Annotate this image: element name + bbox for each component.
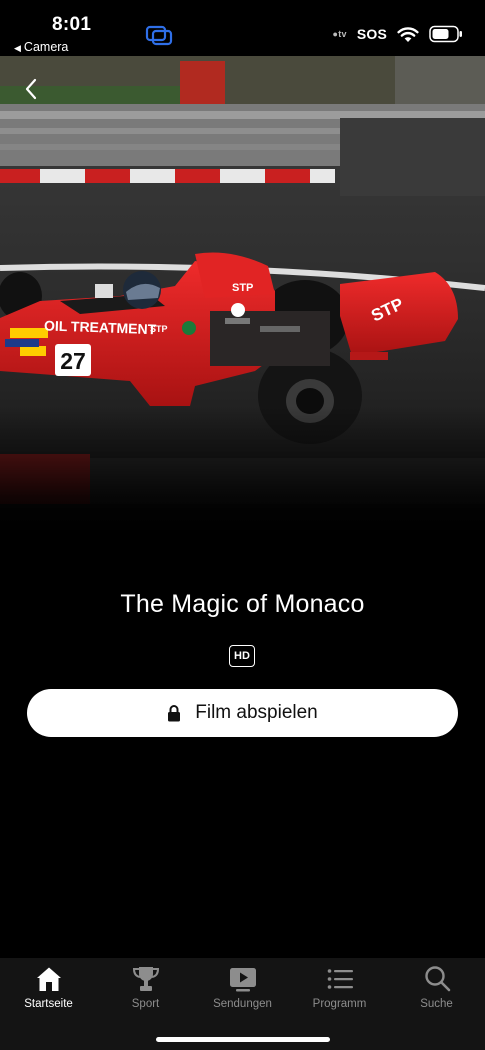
stp-logo: STP [232,282,253,294]
tab-label: Startseite [24,998,73,1010]
tab-sport[interactable]: Sport [97,964,194,1022]
tab-label: Sendungen [213,998,272,1010]
chevron-left-icon [25,78,37,100]
list-icon [327,969,353,989]
tab-label: Suche [420,998,453,1010]
back-button[interactable] [14,74,48,104]
status-time: 8:01 [52,14,92,35]
car-number: 27 [60,348,86,374]
tab-label: Programm [312,998,367,1010]
back-app-label: Camera [23,40,69,54]
hero-gradient [0,406,485,536]
tab-label: Sport [131,998,160,1010]
play-screen-icon [229,968,256,992]
status-right: ●tv SOS [332,24,463,44]
play-film-button[interactable]: Film abspielen [27,689,458,737]
home-icon [36,967,61,991]
lock-icon [168,705,181,722]
tab-startseite[interactable]: Startseite [0,964,97,1022]
battery-icon [429,25,462,43]
appletv-label: tv [338,29,347,39]
trophy-icon [132,967,159,991]
home-indicator [156,1037,330,1042]
tab-sendungen[interactable]: Sendungen [194,964,291,1022]
search-icon [424,966,450,992]
appletv-indicator: ●tv [332,29,346,39]
tab-suche[interactable]: Suche [388,964,485,1022]
screen-mirroring-icon [145,25,173,46]
hero-image: 27 OIL TREATMENT STP STP STP [0,56,485,536]
play-film-label: Film abspielen [195,702,318,723]
film-title: The Magic of Monaco [120,590,365,618]
tab-bar: Startseite Sport Sendungen Programm Such… [0,958,485,1050]
sos-indicator: SOS [356,26,387,42]
status-bar: 8:01 ◀ Camera ●tv SOS [0,0,485,56]
hd-badge: HD [229,645,255,667]
tab-programm[interactable]: Programm [291,964,388,1022]
stp-side-logo: STP [150,324,168,334]
wifi-icon [397,26,419,42]
back-to-app-link[interactable]: ◀ Camera [14,40,68,54]
back-triangle-icon: ◀ [14,43,21,53]
